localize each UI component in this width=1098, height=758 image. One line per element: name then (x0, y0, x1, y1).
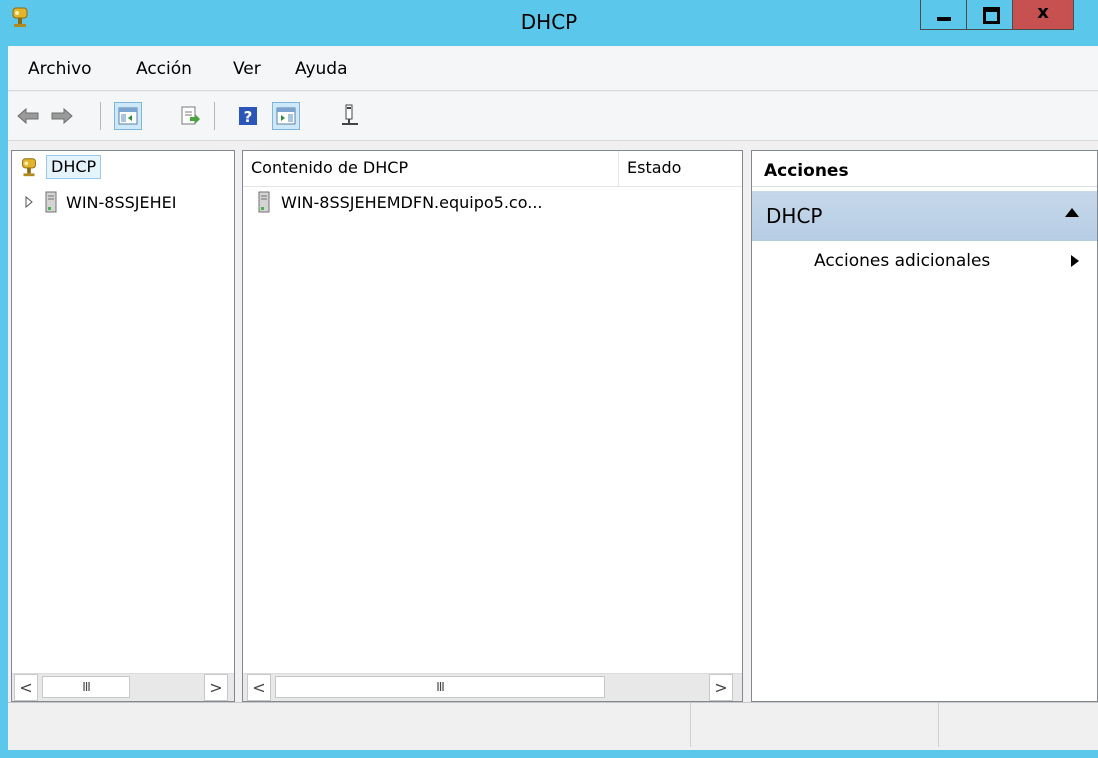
tree-node-server[interactable]: WIN-8SSJEHEI (24, 191, 176, 213)
actions-section-label: DHCP (766, 204, 823, 228)
toolbar-separator (100, 102, 101, 130)
submenu-arrow-icon (1071, 255, 1079, 267)
minimize-icon (937, 17, 951, 21)
dhcp-server-icon (342, 104, 358, 125)
console-tree-pane: DHCP WIN-8SSJEHEI < III > (11, 150, 235, 702)
dhcp-node-icon (22, 158, 36, 177)
help-icon: ? (239, 107, 257, 126)
scroll-left-arrow[interactable]: < (14, 674, 38, 701)
server-icon (258, 191, 270, 213)
status-segment (690, 703, 939, 747)
forward-button[interactable] (48, 102, 76, 130)
tree-horizontal-scrollbar[interactable]: < III > (12, 673, 234, 701)
server-icon (45, 191, 57, 213)
scroll-thumb[interactable]: III (275, 676, 605, 698)
list-item-name: WIN-8SSJEHEMDFN.equipo5.co... (281, 192, 543, 212)
mmc-window: Archivo Acción Ver Ayuda ? DHCP WIN-8SSJ… (8, 46, 1098, 750)
dhcp-server-button[interactable] (336, 102, 364, 130)
list-item[interactable]: WIN-8SSJEHEMDFN.equipo5.co... (257, 191, 542, 213)
maximize-icon (983, 7, 1000, 24)
svg-text:?: ? (244, 108, 253, 126)
export-list-icon (181, 106, 200, 125)
column-header-contenido[interactable]: Contenido de DHCP (243, 151, 619, 187)
scroll-right-arrow[interactable]: > (709, 674, 733, 701)
show-hide-action-pane-icon (276, 107, 296, 125)
minimize-button[interactable] (920, 0, 967, 30)
menu-ayuda[interactable]: Ayuda (295, 59, 348, 79)
actions-section-dhcp[interactable]: DHCP (752, 191, 1097, 241)
toolbar-separator (214, 102, 215, 130)
toolbar: ? (8, 92, 1098, 141)
status-bar (8, 702, 1098, 747)
scroll-left-arrow[interactable]: < (247, 674, 271, 701)
show-hide-tree-button[interactable] (114, 102, 142, 130)
close-button[interactable]: x (1012, 0, 1074, 30)
menu-ver[interactable]: Ver (233, 59, 261, 79)
expand-arrow-icon[interactable] (24, 196, 34, 208)
results-list-pane: Contenido de DHCP Estado WIN-8SSJEHEMDFN… (242, 150, 743, 702)
back-icon (17, 107, 39, 125)
back-button[interactable] (14, 102, 42, 130)
collapse-arrow-icon[interactable] (1065, 208, 1079, 217)
title-bar: DHCP x (0, 0, 1098, 46)
scroll-thumb[interactable]: III (42, 676, 130, 698)
menu-archivo[interactable]: Archivo (28, 59, 92, 79)
list-horizontal-scrollbar[interactable]: < III > (243, 673, 742, 701)
maximize-button[interactable] (966, 0, 1013, 30)
forward-icon (51, 107, 73, 125)
status-segment (938, 703, 1098, 747)
tree-node-label: WIN-8SSJEHEI (66, 192, 177, 212)
show-hide-tree-icon (118, 107, 138, 125)
export-list-button[interactable] (176, 102, 204, 130)
actions-header: Acciones (752, 151, 1097, 187)
tree-node-label: DHCP (46, 155, 102, 179)
menu-bar: Archivo Acción Ver Ayuda (8, 46, 1098, 91)
scroll-right-arrow[interactable]: > (204, 674, 228, 701)
tree-node-dhcp[interactable]: DHCP (18, 155, 102, 179)
help-button[interactable]: ? (234, 102, 262, 130)
menu-accion[interactable]: Acción (136, 59, 192, 79)
actions-pane: Acciones DHCP Acciones adicionales (751, 150, 1098, 702)
show-hide-action-pane-button[interactable] (272, 102, 300, 130)
action-more-actions[interactable]: Acciones adicionales (814, 251, 990, 271)
column-header-estado[interactable]: Estado (619, 151, 742, 187)
close-icon: x (1037, 2, 1049, 23)
